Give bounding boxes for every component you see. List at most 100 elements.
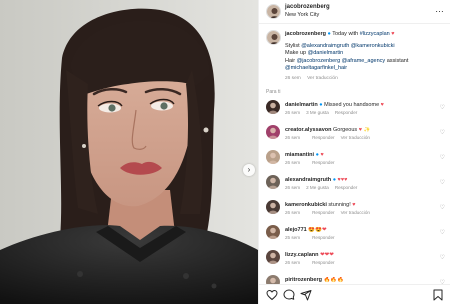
credit-makeup: Make up @danielmartin — [285, 50, 344, 57]
comment-icon[interactable] — [283, 289, 295, 301]
credit-stylist: Stylist @alexandraimgruth @kameronkubick… — [285, 42, 395, 49]
comment-username[interactable]: piritrozenberg — [285, 277, 322, 283]
next-photo-button[interactable]: › — [243, 164, 255, 176]
comment-text: danielmartin ● Missed you handsome ♥ — [285, 102, 433, 108]
comment-emoji: ♥ — [320, 152, 324, 158]
caption-text: Today with — [332, 31, 359, 37]
share-icon[interactable] — [300, 289, 312, 301]
comment-row: creator.alyssavon Gorgeous ♥ ✨ 26 sem Resp… — [259, 125, 450, 147]
comment-emoji: ♥ — [352, 202, 356, 208]
post-side-panel: jacobrozenberg New York City … jacobroze… — [258, 0, 450, 304]
caption-username[interactable]: jacobrozenberg — [285, 31, 326, 37]
verified-icon: ● — [315, 152, 319, 158]
post-photo[interactable]: › — [0, 0, 258, 304]
caption: jacobrozenberg ● Today with #lizzycaplan… — [285, 31, 445, 83]
caption-meta: 26 sem Ver traducción — [285, 75, 445, 83]
heart-emoji-icon: ♥ — [391, 31, 395, 37]
comment-emoji: ♥ ✨ — [358, 127, 371, 133]
comment-text: kameronkubicki stunning! ♥ — [285, 202, 433, 208]
comment-meta: 26 sem Responder — [285, 260, 347, 265]
comment-meta: 26 sem 2 Me gusta Responder — [285, 185, 369, 190]
comment-time: 26 sem — [285, 135, 301, 140]
comment-emoji: 😍😍❤ — [308, 227, 327, 233]
section-label: Para ti — [266, 89, 281, 95]
comment-row: lizzy.caplann ❤❤❤ 26 sem Responder ♡ — [259, 250, 450, 272]
comment-text: alejo771 😍😍❤ — [285, 227, 433, 233]
comment-username[interactable]: miamantini — [285, 152, 314, 158]
reply-button[interactable]: Responder — [335, 185, 357, 190]
comment-body: stunning! — [328, 202, 351, 208]
comment-likes[interactable]: 2 Me gusta — [306, 185, 329, 190]
comment-emoji: ♥ — [380, 102, 384, 108]
verified-icon: ● — [332, 177, 337, 183]
comment-body: Missed you handsome — [324, 102, 380, 108]
comment-time: 26 sem — [285, 110, 301, 115]
comment-row: kameronkubicki stunning! ♥ 26 sem Responde… — [259, 200, 450, 222]
comment-meta: 26 sem Responder Ver traducción — [285, 135, 376, 140]
bookmark-icon[interactable] — [432, 289, 444, 301]
see-translation-link[interactable]: Ver traducción — [341, 135, 370, 140]
like-comment-heart-icon[interactable]: ♡ — [440, 104, 445, 111]
comment-likes[interactable]: 3 Me gusta — [306, 110, 329, 115]
action-bar — [259, 284, 450, 304]
post-header: jacobrozenberg New York City … — [259, 0, 450, 24]
avatar[interactable] — [266, 175, 280, 189]
post-location[interactable]: New York City — [285, 12, 319, 18]
comment-row: danielmartin ● Missed you handsome ♥ 26 s… — [259, 100, 450, 122]
avatar[interactable] — [266, 200, 280, 214]
comment-text: creator.alyssavon Gorgeous ♥ ✨ — [285, 127, 433, 133]
reply-button[interactable]: Responder — [312, 235, 334, 240]
portrait-image — [0, 0, 258, 304]
comment-username[interactable]: danielmartin — [285, 102, 318, 108]
post-username[interactable]: jacobrozenberg — [285, 4, 330, 10]
like-comment-heart-icon[interactable]: ♡ — [440, 154, 445, 161]
comment-meta: 26 sem Responder — [285, 160, 347, 165]
like-comment-heart-icon[interactable]: ♡ — [440, 204, 445, 211]
comment-text: alexandraimgruth ● ♥♥♥ — [285, 177, 433, 183]
avatar[interactable] — [266, 100, 280, 114]
avatar[interactable] — [266, 125, 280, 139]
comment-text: miamantini ● ♥ — [285, 152, 433, 158]
comment-meta: 25 sem Responder — [285, 235, 347, 240]
avatar[interactable] — [266, 150, 280, 164]
reply-button[interactable]: Responder — [312, 160, 334, 165]
comment-text: piritrozenberg 🔥🔥🔥 — [285, 277, 433, 283]
reply-button[interactable]: Responder — [312, 210, 334, 215]
avatar[interactable] — [266, 225, 280, 239]
comment-time: 26 sem — [285, 160, 301, 165]
caption-hashtag[interactable]: #lizzycaplan — [360, 31, 390, 37]
reply-button[interactable]: Responder — [335, 110, 357, 115]
like-comment-heart-icon[interactable]: ♡ — [440, 254, 445, 261]
comment-username[interactable]: alexandraimgruth — [285, 177, 331, 183]
comment-time: 26 sem — [285, 210, 301, 215]
more-options-icon[interactable]: … — [435, 4, 444, 14]
comment-emoji: ❤❤❤ — [320, 252, 334, 258]
chevron-right-icon: › — [247, 165, 251, 174]
caption-time: 26 sem — [285, 75, 301, 81]
see-translation-link[interactable]: Ver traducción — [341, 210, 370, 215]
comment-time: 26 sem — [285, 260, 301, 265]
verified-icon: ● — [327, 31, 331, 37]
comment-username[interactable]: kameronkubicki — [285, 202, 327, 208]
comment-username[interactable]: lizzy.caplann — [285, 252, 319, 258]
comment-row: miamantini ● ♥ 26 sem Responder ♡ — [259, 150, 450, 172]
reply-button[interactable]: Responder — [312, 135, 334, 140]
comment-username[interactable]: creator.alyssavon — [285, 127, 331, 133]
comment-username[interactable]: alejo771 — [285, 227, 307, 233]
caption-avatar[interactable] — [266, 30, 281, 45]
reply-button[interactable]: Responder — [312, 260, 334, 265]
avatar[interactable] — [266, 4, 281, 19]
heart-icon[interactable] — [266, 289, 278, 301]
comment-row: alexandraimgruth ● ♥♥♥ 26 sem 2 Me gusta Re… — [259, 175, 450, 197]
like-comment-heart-icon[interactable]: ♡ — [440, 129, 445, 136]
comment-meta: 26 sem Responder Ver traducción — [285, 210, 376, 215]
comment-body: Gorgeous — [333, 127, 358, 133]
comment-emoji: 🔥🔥🔥 — [323, 277, 345, 283]
like-comment-heart-icon[interactable]: ♡ — [440, 229, 445, 236]
see-translation-link[interactable]: Ver traducción — [307, 76, 338, 81]
comment-row: alejo771 😍😍❤ 25 sem Responder ♡ — [259, 225, 450, 247]
like-comment-heart-icon[interactable]: ♡ — [440, 179, 445, 186]
avatar[interactable] — [266, 250, 280, 264]
comment-text: lizzy.caplann ❤❤❤ — [285, 252, 433, 258]
credit-hair: Hair @jacobrozenberg @aframe_agency assi… — [285, 57, 409, 64]
